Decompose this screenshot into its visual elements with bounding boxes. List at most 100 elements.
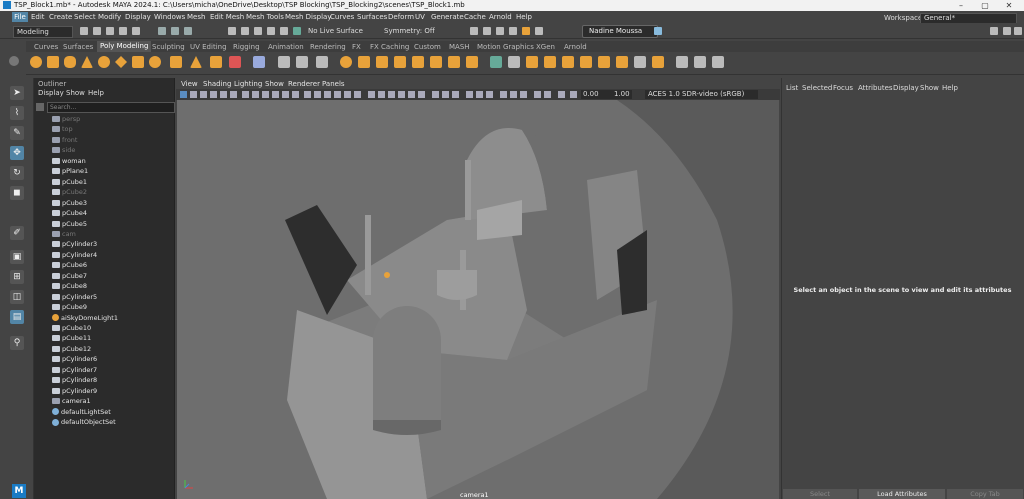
outliner-item[interactable]: side bbox=[52, 145, 170, 155]
select-object-icon[interactable] bbox=[171, 27, 179, 35]
attr-menu-display[interactable]: Display bbox=[893, 84, 919, 92]
shelf-tab-mash[interactable]: MASH bbox=[449, 43, 470, 51]
live-surface-field[interactable]: No Live Surface bbox=[308, 26, 368, 36]
attr-menu-list[interactable]: List bbox=[786, 84, 798, 92]
new-scene-icon[interactable] bbox=[80, 27, 88, 35]
shelf-tab-xgen[interactable]: XGen bbox=[536, 43, 555, 51]
save-scene-icon[interactable] bbox=[106, 27, 114, 35]
outliner-item[interactable]: woman bbox=[52, 156, 170, 166]
outliner-item[interactable]: pCube10 bbox=[52, 323, 170, 333]
outliner-layout-icon[interactable]: ▤ bbox=[10, 310, 24, 324]
copy-tab-button[interactable]: Copy Tab bbox=[947, 489, 1023, 499]
shelf-tab-arnold[interactable]: Arnold bbox=[564, 43, 587, 51]
menu-help[interactable]: Help bbox=[516, 13, 532, 21]
attr-select-button[interactable]: Select bbox=[783, 489, 857, 499]
select-tool-icon[interactable]: ➤ bbox=[10, 86, 24, 100]
outliner-search-input[interactable]: Search... bbox=[47, 102, 175, 113]
reduce-icon[interactable] bbox=[616, 56, 628, 68]
shelf-tab-rendering[interactable]: Rendering bbox=[310, 43, 346, 51]
make-live-icon[interactable] bbox=[293, 27, 301, 35]
shelf-tab-animation[interactable]: Animation bbox=[268, 43, 304, 51]
outliner-item[interactable]: pCube12 bbox=[52, 344, 170, 354]
lasso-tool-icon[interactable]: ⌇ bbox=[10, 106, 24, 120]
make-live-shelf-icon[interactable] bbox=[490, 56, 502, 68]
svg-icon[interactable] bbox=[229, 56, 241, 68]
move-tool-icon[interactable]: ✥ bbox=[10, 146, 24, 160]
last-tool-icon[interactable]: ✐ bbox=[10, 226, 24, 240]
menu-create[interactable]: Create bbox=[49, 13, 72, 21]
menu-windows[interactable]: Windows bbox=[154, 13, 185, 21]
snap-curve-icon[interactable] bbox=[241, 27, 249, 35]
exposure-field[interactable]: 0.00 bbox=[581, 90, 613, 99]
fill-hole-icon[interactable] bbox=[430, 56, 442, 68]
search-icon[interactable]: ⚲ bbox=[10, 336, 24, 350]
menu-mesh[interactable]: Mesh bbox=[187, 13, 205, 21]
shelf-tab-uv-editing[interactable]: UV Editing bbox=[190, 43, 227, 51]
help-line-icon[interactable] bbox=[654, 27, 662, 35]
ipr-render-icon[interactable] bbox=[483, 27, 491, 35]
outliner-item[interactable]: pCube9 bbox=[52, 302, 170, 312]
outliner-item[interactable]: pCube2 bbox=[52, 187, 170, 197]
attr-menu-attributes[interactable]: Attributes bbox=[858, 84, 893, 92]
boolean-icon[interactable] bbox=[340, 56, 352, 68]
poly-sphere-icon[interactable] bbox=[30, 56, 42, 68]
outliner-menu-help[interactable]: Help bbox=[88, 89, 104, 97]
outliner-item[interactable]: pCube7 bbox=[52, 271, 170, 281]
quad-draw-icon[interactable] bbox=[508, 56, 520, 68]
open-scene-icon[interactable] bbox=[93, 27, 101, 35]
attr-menu-help[interactable]: Help bbox=[942, 84, 958, 92]
insert-edge-loop-icon[interactable] bbox=[526, 56, 538, 68]
viewport-menu-lighting[interactable]: Lighting bbox=[234, 80, 262, 88]
shelf-tab-rigging[interactable]: Rigging bbox=[233, 43, 260, 51]
menu-edit[interactable]: Edit bbox=[31, 13, 45, 21]
two-pane-layout-icon[interactable]: ◫ bbox=[10, 290, 24, 304]
poly-cube-icon[interactable] bbox=[47, 56, 59, 68]
scale-tool-icon[interactable]: ◼ bbox=[10, 186, 24, 200]
shelf-tab-poly-modeling[interactable]: Poly Modeling bbox=[97, 41, 152, 52]
menu-select[interactable]: Select bbox=[74, 13, 96, 21]
menu-mesh-display[interactable]: Mesh Display bbox=[285, 13, 331, 21]
append-polygon-icon[interactable] bbox=[562, 56, 574, 68]
multi-cut-icon[interactable] bbox=[448, 56, 460, 68]
attr-menu-selected[interactable]: Selected bbox=[802, 84, 832, 92]
mirror-icon[interactable] bbox=[358, 56, 370, 68]
close-button[interactable]: ✕ bbox=[998, 0, 1020, 11]
attr-menu-focus[interactable]: Focus bbox=[833, 84, 853, 92]
menu-edit-mesh[interactable]: Edit Mesh bbox=[210, 13, 244, 21]
viewport-menu-renderer[interactable]: Renderer bbox=[288, 80, 320, 88]
toggle-channel-box-icon[interactable] bbox=[1014, 27, 1022, 35]
outliner-item[interactable]: pCylinder3 bbox=[52, 239, 170, 249]
outliner-item[interactable]: pCube4 bbox=[52, 208, 170, 218]
viewport-menu-shading[interactable]: Shading bbox=[203, 80, 231, 88]
outliner-item[interactable]: pCylinder4 bbox=[52, 250, 170, 260]
outliner-item[interactable]: pCylinder7 bbox=[52, 365, 170, 375]
user-account-button[interactable]: Nadine Moussa bbox=[582, 25, 658, 38]
poly-cylinder-icon[interactable] bbox=[64, 56, 76, 68]
menu-uv[interactable]: UV bbox=[415, 13, 425, 21]
outliner-item[interactable]: persp bbox=[52, 114, 170, 124]
render-icon[interactable] bbox=[470, 27, 478, 35]
menu-mesh-tools[interactable]: Mesh Tools bbox=[246, 13, 284, 21]
viewport-3d[interactable] bbox=[177, 100, 779, 499]
shelf-tab-fx[interactable]: FX bbox=[352, 43, 361, 51]
bevel-icon[interactable] bbox=[412, 56, 424, 68]
four-pane-layout-icon[interactable]: ⊞ bbox=[10, 270, 24, 284]
shelf-tab-curves[interactable]: Curves bbox=[34, 43, 58, 51]
paint-select-icon[interactable]: ✎ bbox=[10, 126, 24, 140]
viewport-menu-show[interactable]: Show bbox=[265, 80, 284, 88]
outliner-menu-display[interactable]: Display bbox=[38, 89, 64, 97]
menu-generate[interactable]: Generate bbox=[431, 13, 464, 21]
collapse-icon[interactable] bbox=[598, 56, 610, 68]
outliner-item[interactable]: pCylinder6 bbox=[52, 354, 170, 364]
mode-select[interactable]: Modeling bbox=[13, 26, 73, 38]
outliner-item[interactable]: defaultObjectSet bbox=[52, 417, 170, 427]
render-settings-icon[interactable] bbox=[496, 27, 504, 35]
snap-point-icon[interactable] bbox=[254, 27, 262, 35]
platonic-solid-icon[interactable] bbox=[149, 56, 161, 68]
shelf-tab-surfaces[interactable]: Surfaces bbox=[63, 43, 93, 51]
uv-editor-icon[interactable] bbox=[634, 56, 646, 68]
load-attributes-button[interactable]: Load Attributes bbox=[859, 489, 945, 499]
outliner-item[interactable]: front bbox=[52, 135, 170, 145]
attr-menu-show[interactable]: Show bbox=[920, 84, 939, 92]
colorspace-dropdown[interactable]: ACES 1.0 SDR-video (sRGB) bbox=[645, 90, 758, 99]
